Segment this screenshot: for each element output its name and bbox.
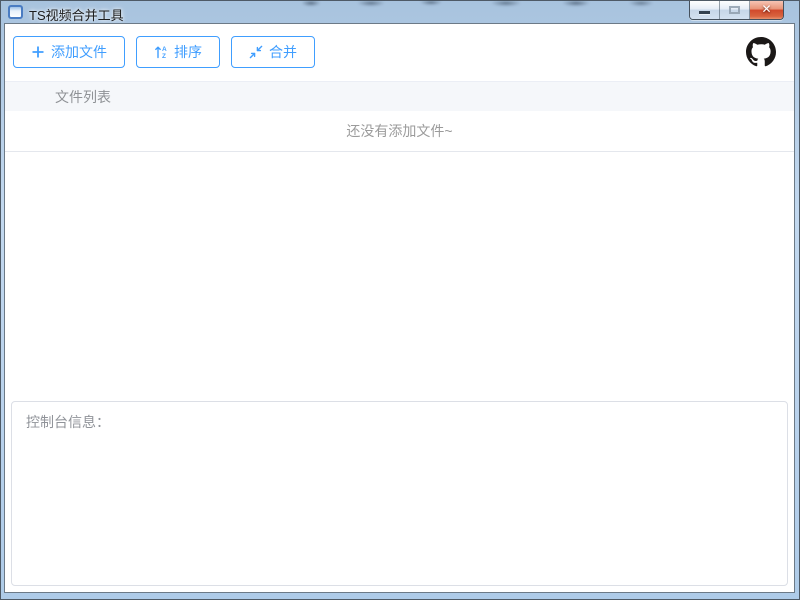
titlebar[interactable]: TS视频合并工具 ✕ [1, 1, 799, 23]
svg-text:A: A [162, 46, 167, 53]
console-panel: 控制台信息： [11, 401, 788, 586]
compress-arrows-icon [249, 45, 263, 59]
merge-label: 合并 [269, 42, 297, 62]
close-icon: ✕ [750, 2, 783, 16]
empty-state-text: 还没有添加文件~ [346, 121, 452, 141]
sort-button[interactable]: A Z 排序 [136, 36, 220, 68]
app-window: TS视频合并工具 ✕ 添加文件 [0, 0, 800, 600]
console-label: 控制台信息： [26, 414, 110, 430]
minimize-button[interactable] [690, 1, 720, 19]
add-files-button[interactable]: 添加文件 [13, 36, 125, 68]
toolbar: 添加文件 A Z 排序 合并 [5, 24, 794, 81]
svg-text:Z: Z [162, 53, 166, 59]
maximize-icon [729, 6, 740, 14]
window-title: TS视频合并工具 [29, 5, 124, 24]
merge-button[interactable]: 合并 [231, 36, 315, 68]
close-button[interactable]: ✕ [750, 1, 783, 19]
minimize-icon [699, 11, 710, 14]
file-list-empty-state: 还没有添加文件~ [5, 111, 794, 152]
file-list-header-label: 文件列表 [55, 87, 111, 107]
github-icon[interactable] [746, 37, 776, 67]
plus-icon [31, 45, 45, 59]
maximize-button[interactable] [720, 1, 750, 19]
app-icon [8, 5, 23, 19]
file-list-header-row: 文件列表 [5, 81, 794, 111]
sort-label: 排序 [174, 42, 202, 62]
sort-alpha-icon: A Z [154, 45, 168, 59]
caption-buttons: ✕ [689, 1, 784, 20]
client-area: 添加文件 A Z 排序 合并 [4, 23, 795, 593]
add-files-label: 添加文件 [51, 42, 107, 62]
